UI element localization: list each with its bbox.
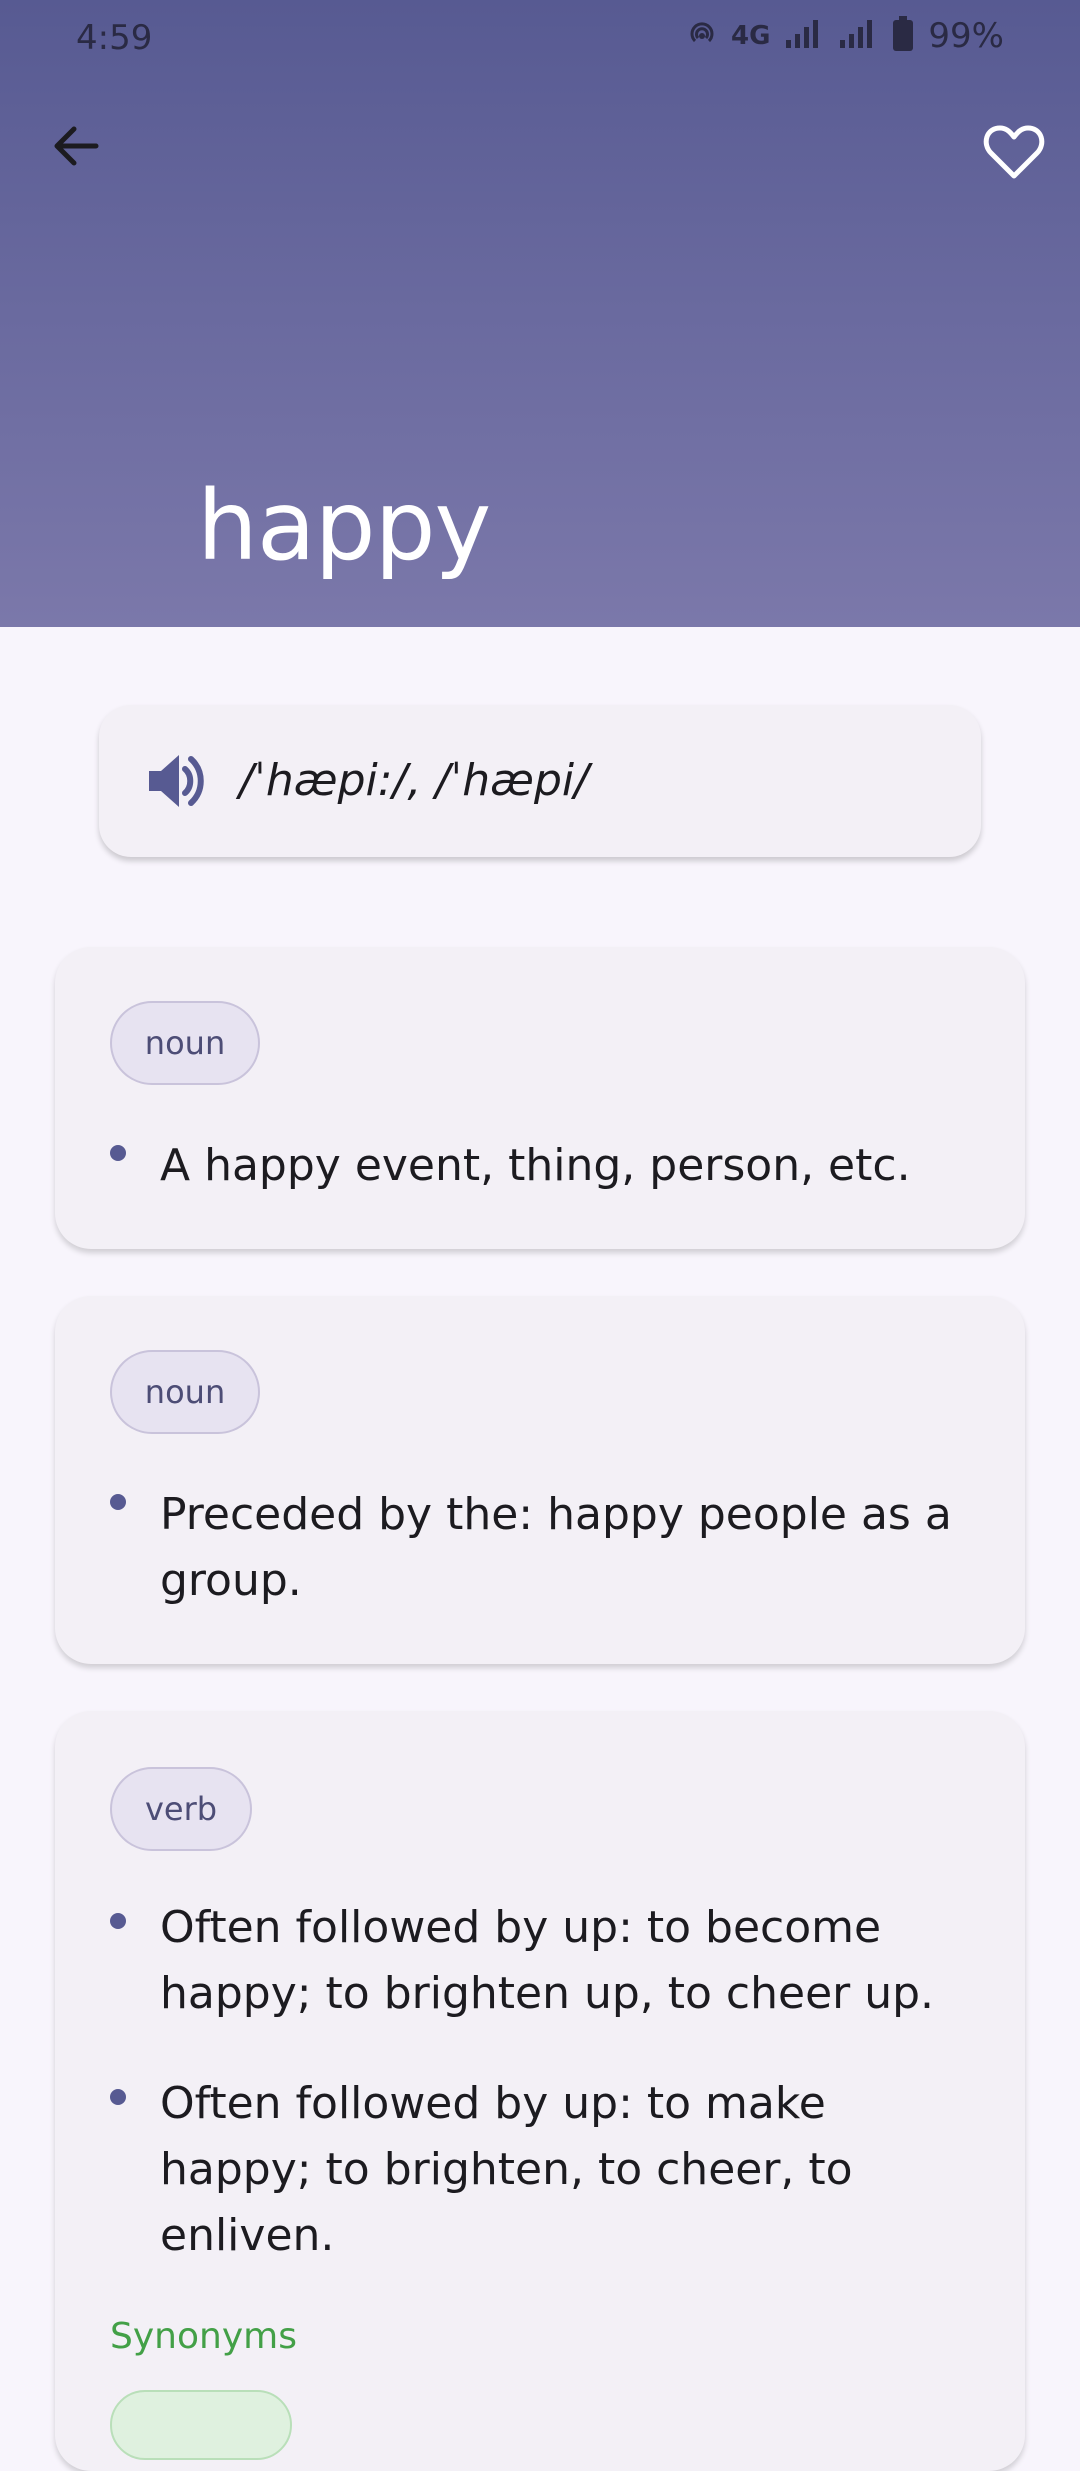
pronunciation-card[interactable]: /ˈhæpi:/, /ˈhæpi/ [99,705,981,857]
status-bar: 4:59 4G 99% [0,0,1080,80]
word-header: 4:59 4G 99% happy [0,0,1080,627]
definition-text: Often followed by up: to make happy; to … [160,2078,853,2261]
synonym-chip[interactable] [110,2390,292,2460]
status-time: 4:59 [76,18,153,58]
bullet [110,1145,126,1161]
battery-icon [892,16,914,56]
definition-card: noun A happy event, thing, person, etc. [55,947,1025,1249]
battery-level: 99% [928,16,1004,56]
back-button[interactable] [44,116,108,180]
bullet [110,2089,126,2105]
favorite-button[interactable] [980,122,1048,186]
part-of-speech-chip: verb [110,1767,252,1851]
word-title: happy [197,470,491,582]
definition-text: Preceded by the: happy people as a group… [160,1489,952,1606]
heart-outline-icon [983,124,1045,184]
network-type: 4G [730,21,771,51]
status-icons: 4G 99% [687,16,1004,56]
signal-icon-2 [838,18,878,54]
part-of-speech-chip: noun [110,1001,260,1085]
hotspot-icon [687,19,717,53]
bullet [110,1913,126,1929]
synonyms-label: Synonyms [110,2316,297,2357]
definition-text: Often followed by up: to become happy; t… [160,1902,935,2019]
definition-card: noun Preceded by the: happy people as a … [55,1296,1025,1664]
arrow-left-icon [50,120,102,176]
volume-icon[interactable] [147,749,205,813]
definition-text: A happy event, thing, person, etc. [160,1140,911,1191]
part-of-speech-chip: noun [110,1350,260,1434]
pronunciation-text: /ˈhæpi:/, /ˈhæpi/ [239,755,589,806]
signal-icon [784,18,824,54]
definition-card: verb Often followed by up: to become hap… [55,1711,1025,2471]
bullet [110,1494,126,1510]
